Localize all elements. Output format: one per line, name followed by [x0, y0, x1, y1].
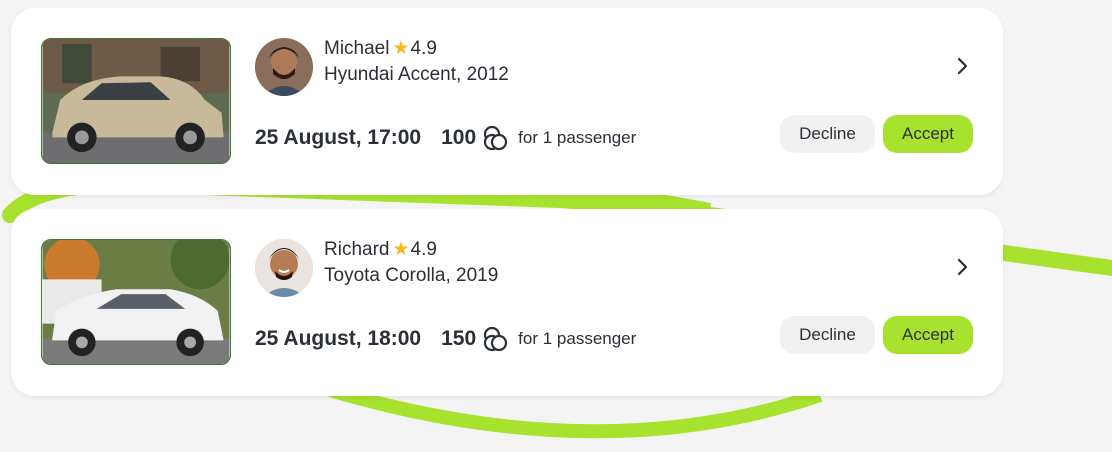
car-image-icon — [42, 39, 230, 163]
trip-datetime: 25 August, 18:00 — [255, 327, 422, 350]
decline-button[interactable]: Decline — [780, 115, 875, 153]
trip-details: 25 August, 17:00 100 for 1 passenger — [255, 125, 636, 151]
chevron-right-icon[interactable] — [951, 54, 975, 78]
ride-offer-card[interactable]: Michael ★ 4.9 Hyundai Accent, 2012 25 Au… — [11, 8, 1003, 195]
driver-rating: 4.9 — [410, 38, 437, 59]
trip-price: 150 — [441, 327, 477, 350]
driver-avatar — [255, 239, 313, 297]
accept-button[interactable]: Accept — [883, 316, 973, 354]
car-photo — [41, 239, 231, 365]
driver-avatar — [255, 38, 313, 96]
driver-name-rating: Michael ★ 4.9 — [324, 37, 437, 61]
trip-datetime: 25 August, 17:00 — [255, 126, 422, 149]
passenger-count: for 1 passenger — [518, 329, 637, 348]
coins-icon — [484, 125, 508, 151]
decline-button[interactable]: Decline — [780, 316, 875, 354]
driver-name: Michael — [324, 38, 390, 59]
star-icon: ★ — [392, 239, 410, 260]
passenger-count: for 1 passenger — [518, 128, 637, 147]
star-icon: ★ — [392, 38, 410, 59]
car-model: Toyota Corolla, 2019 — [324, 265, 499, 286]
driver-rating: 4.9 — [410, 239, 437, 260]
driver-name-rating: Richard ★ 4.9 — [324, 238, 437, 262]
car-model: Hyundai Accent, 2012 — [324, 64, 509, 85]
trip-details: 25 August, 18:00 150 for 1 passenger — [255, 326, 636, 352]
trip-price: 100 — [441, 126, 477, 149]
coins-icon — [484, 326, 508, 352]
car-image-icon — [42, 240, 230, 364]
ride-offer-card[interactable]: Richard ★ 4.9 Toyota Corolla, 2019 25 Au… — [11, 209, 1003, 396]
car-photo — [41, 38, 231, 164]
accept-button[interactable]: Accept — [883, 115, 973, 153]
chevron-right-icon[interactable] — [951, 255, 975, 279]
driver-name: Richard — [324, 239, 390, 260]
